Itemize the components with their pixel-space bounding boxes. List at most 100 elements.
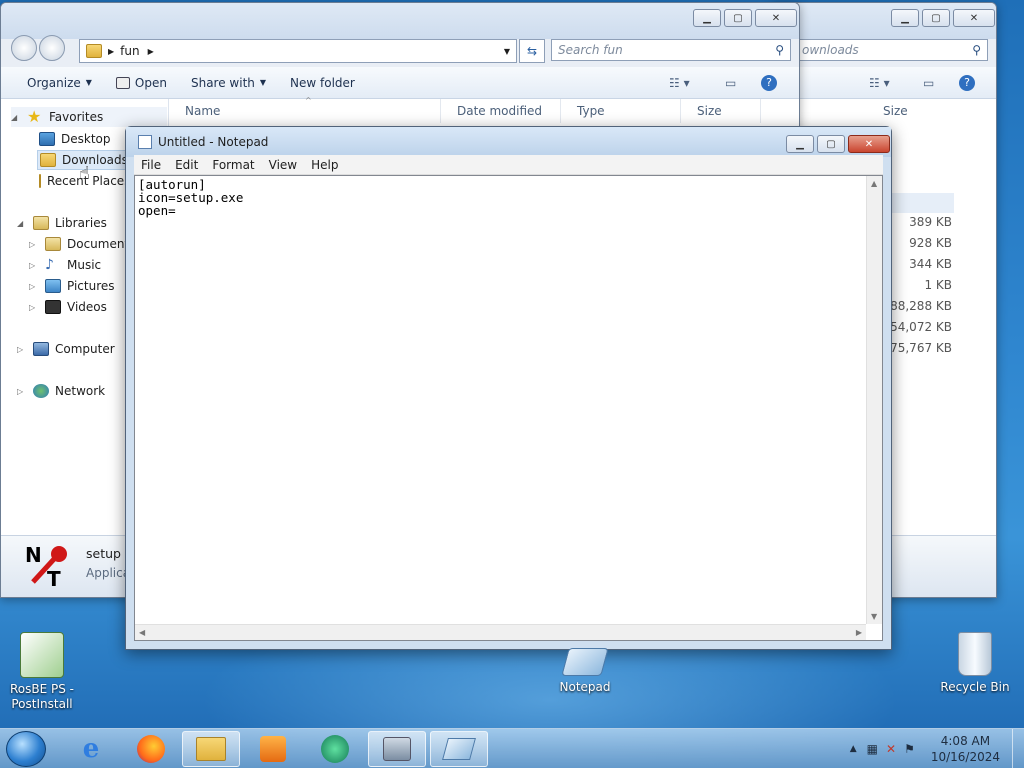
nav-documents[interactable]: ▷ Documents (29, 234, 135, 254)
notepad-window[interactable]: Untitled - Notepad ▁ ▢ ✕ File Edit Forma… (125, 126, 892, 650)
chevron-down-icon: ▼ (259, 78, 267, 87)
window-caption-buttons: ▁ ▢ ✕ (891, 9, 995, 27)
vertical-scrollbar[interactable]: ▲ ▼ (866, 176, 882, 624)
refresh-button[interactable]: ⇆ (519, 39, 545, 63)
column-header-size[interactable]: Size (869, 99, 996, 123)
expand-icon[interactable]: ▷ (17, 387, 27, 396)
column-header-size[interactable]: Size (681, 99, 761, 123)
column-header-type[interactable]: Type (561, 99, 681, 123)
folder-icon (86, 44, 102, 58)
taskbar-explorer[interactable] (182, 731, 240, 767)
scroll-down-icon[interactable]: ▼ (871, 612, 877, 621)
nav-videos[interactable]: ▷ Videos (29, 297, 107, 317)
address-bar[interactable]: ▶ fun ▶ ▼ (79, 39, 517, 63)
computer-icon (33, 342, 49, 356)
nav-favorites[interactable]: ◢ ★ Favorites (11, 107, 167, 127)
nav-desktop[interactable]: Desktop (39, 129, 111, 149)
maximize-button[interactable]: ▢ (817, 135, 845, 153)
scroll-up-icon[interactable]: ▲ (871, 179, 877, 188)
expand-icon[interactable]: ▷ (29, 261, 39, 270)
new-folder-button[interactable]: New folder (278, 76, 367, 90)
menu-help[interactable]: Help (304, 158, 345, 172)
close-button[interactable]: ✕ (953, 9, 995, 27)
menu-view[interactable]: View (262, 158, 304, 172)
maximize-button[interactable]: ▢ (724, 9, 752, 27)
menu-edit[interactable]: Edit (168, 158, 205, 172)
taskbar-app-green[interactable] (306, 731, 364, 767)
taskbar-media-player[interactable] (244, 731, 302, 767)
nav-computer[interactable]: ▷ Computer (17, 339, 115, 359)
nav-libraries[interactable]: ◢ Libraries (17, 213, 107, 233)
libraries-icon (33, 216, 49, 230)
close-button[interactable]: ✕ (755, 9, 797, 27)
minimize-button[interactable]: ▁ (891, 9, 919, 27)
search-icon: ⚲ (972, 43, 981, 57)
help-icon[interactable]: ? (761, 74, 777, 91)
scroll-left-icon[interactable]: ◀ (139, 628, 145, 637)
taskbar-internet-explorer[interactable]: e (62, 731, 120, 767)
clock[interactable]: 4:08 AM 10/16/2024 (919, 733, 1012, 765)
desktop-icon-notepad[interactable]: Notepad (543, 648, 627, 694)
column-header-date-modified[interactable]: Date modified (441, 99, 561, 123)
network-status-icon[interactable]: ▦ (863, 742, 882, 756)
recent-places-icon (39, 174, 41, 188)
expand-icon[interactable]: ▷ (29, 303, 39, 312)
menu-file[interactable]: File (134, 158, 168, 172)
share-with-button[interactable]: Share with ▼ (179, 76, 278, 90)
window-title: Untitled - Notepad (158, 135, 269, 149)
expand-icon[interactable]: ▷ (29, 240, 39, 249)
preview-pane-icon[interactable]: ▭ (725, 76, 736, 90)
toolbar: ☷ ▾ ▭ ? (771, 67, 996, 99)
window-caption-buttons: ▁ ▢ ✕ (786, 135, 890, 153)
action-center-flag-icon[interactable]: ⚑ (900, 742, 919, 756)
start-button[interactable] (6, 731, 46, 767)
text-editor[interactable]: [autorun] icon=setup.exe open= ▲ ▼ ◀ ▶ (134, 175, 883, 641)
collapse-icon[interactable]: ◢ (11, 113, 21, 122)
taskbar-firefox[interactable] (122, 731, 180, 767)
expand-icon[interactable]: ▷ (29, 282, 39, 291)
show-hidden-icons-icon[interactable]: ▲ (844, 744, 863, 754)
forward-button[interactable] (39, 35, 65, 61)
chevron-down-icon[interactable]: ▼ (504, 47, 510, 56)
media-player-icon (260, 736, 286, 762)
firefox-icon (137, 735, 165, 763)
recycle-bin-icon (958, 632, 992, 676)
maximize-button[interactable]: ▢ (922, 9, 950, 27)
search-input[interactable]: Search fun ⚲ (551, 39, 791, 61)
volume-muted-icon[interactable]: ✕ (882, 742, 900, 756)
nav-pictures[interactable]: ▷ Pictures (29, 276, 115, 296)
nav-network[interactable]: ▷ Network (17, 381, 105, 401)
taskbar-installer[interactable] (368, 731, 426, 767)
setup-app-icon: N T (25, 542, 71, 591)
minimize-button[interactable]: ▁ (693, 9, 721, 27)
window-frame (1, 3, 799, 39)
editor-text[interactable]: [autorun] icon=setup.exe open= (138, 178, 243, 217)
network-icon (33, 384, 49, 398)
search-input[interactable]: ownloads ⚲ (795, 39, 988, 61)
desktop-icon-recycle-bin[interactable]: Recycle Bin (933, 632, 1017, 694)
address-segment[interactable]: fun (120, 44, 139, 58)
collapse-icon[interactable]: ◢ (17, 219, 27, 228)
view-options-icon[interactable]: ☷ ▾ (669, 76, 690, 90)
scroll-right-icon[interactable]: ▶ (856, 628, 862, 637)
close-button[interactable]: ✕ (848, 135, 890, 153)
preview-pane-icon[interactable]: ▭ (923, 76, 934, 90)
help-icon[interactable]: ? (959, 74, 975, 91)
app-icon (321, 735, 349, 763)
svg-text:T: T (47, 567, 61, 588)
minimize-button[interactable]: ▁ (786, 135, 814, 153)
show-desktop-button[interactable] (1012, 729, 1024, 768)
back-button[interactable] (11, 35, 37, 61)
view-options-icon[interactable]: ☷ ▾ (869, 76, 890, 90)
notepad-title-bar[interactable]: Untitled - Notepad (126, 127, 891, 157)
mouse-cursor-icon: ☝ (79, 163, 90, 184)
expand-icon[interactable]: ▷ (17, 345, 27, 354)
taskbar-notepad[interactable] (430, 731, 488, 767)
menu-format[interactable]: Format (205, 158, 261, 172)
sort-arrow-icon: ^ (305, 96, 312, 105)
horizontal-scrollbar[interactable]: ◀ ▶ (135, 624, 866, 640)
desktop-icon-rosbe[interactable]: RosBE PS - PostInstall (0, 632, 84, 712)
open-button[interactable]: Open (104, 76, 179, 90)
organize-button[interactable]: Organize ▼ (1, 76, 104, 90)
nav-music[interactable]: ▷ ♪ Music (29, 255, 101, 275)
